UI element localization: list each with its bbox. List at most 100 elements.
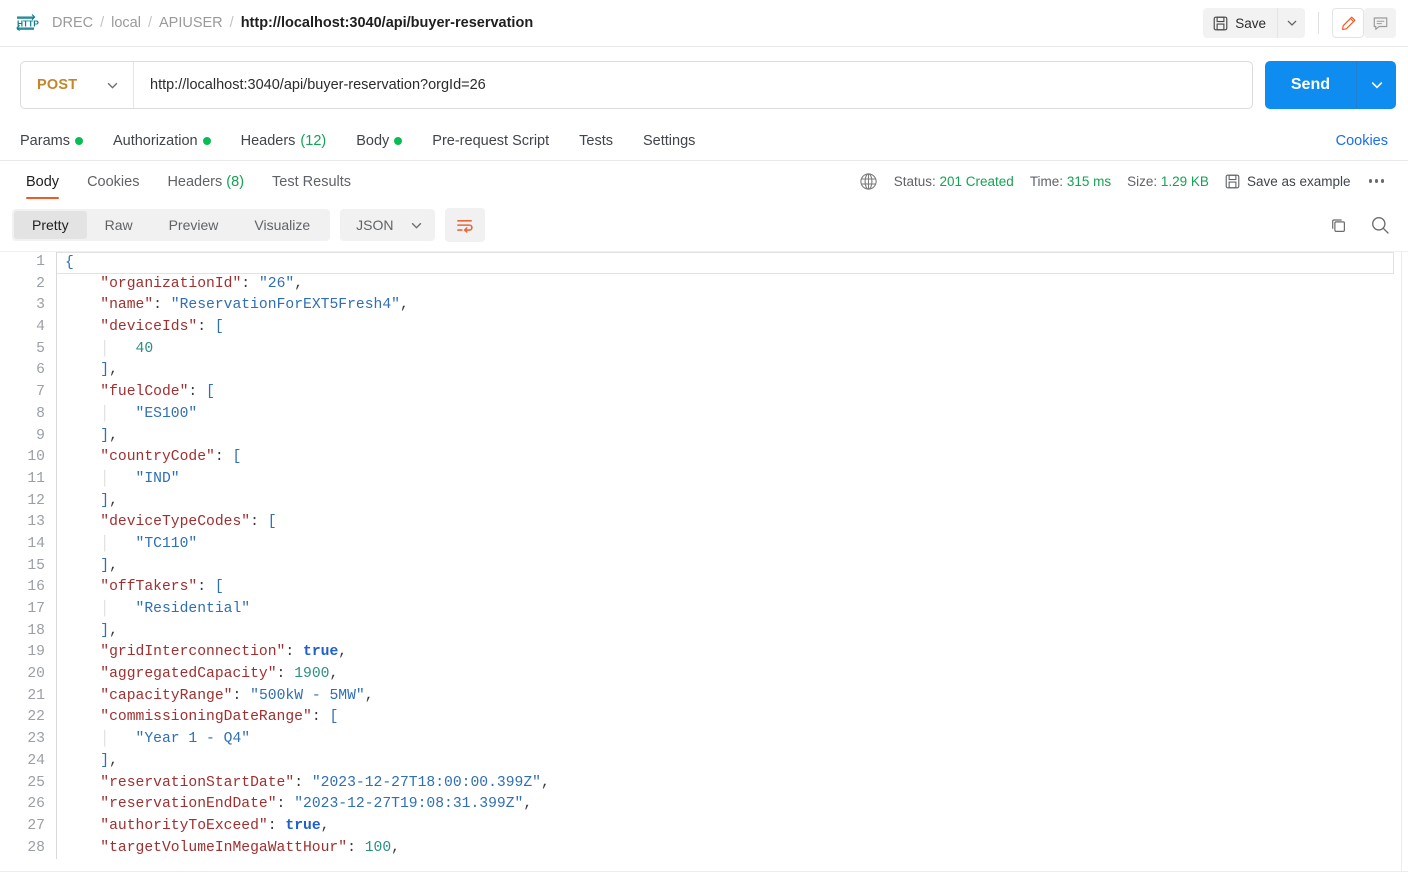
code-line-row: 2 "organizationId": "26", (0, 273, 1408, 296)
save-options-chevron-down-icon[interactable] (1277, 8, 1305, 38)
response-meta: Status: 201 Created Time: 315 ms Size: 1… (859, 172, 1390, 191)
token-punc: , (109, 492, 118, 509)
url-input[interactable] (134, 62, 1252, 108)
token-str: "Year 1 - Q4" (135, 731, 251, 748)
response-body-code-viewer[interactable]: 1{2 "organizationId": "26", 3 "name": "Re… (0, 251, 1408, 871)
request-tabs: Params Authorization Headers (12) Body P… (0, 122, 1408, 160)
token-bool: true (303, 644, 339, 661)
token-str: "500kW - 5MW" (250, 687, 365, 704)
tab-label: Tests (579, 133, 613, 149)
comment-icon[interactable] (1364, 8, 1396, 38)
token-punc: : (276, 666, 295, 683)
tab-count: (12) (300, 133, 327, 149)
save-as-example-button[interactable]: Save as example (1225, 174, 1351, 189)
has-content-dot-icon (202, 137, 211, 145)
token-str: "IND" (135, 470, 180, 487)
response-tab-cookies[interactable]: Cookies (87, 164, 139, 199)
toolbar-divider (1318, 12, 1319, 34)
token-key: "countryCode" (100, 449, 215, 466)
line-number: 14 (27, 535, 45, 552)
response-tab-headers[interactable]: Headers (8) (167, 164, 244, 199)
http-method-label: POST (37, 77, 78, 93)
code-line-row: 3 "name": "ReservationForEXT5Fresh4", (0, 295, 1408, 318)
code-line-content: ], (57, 360, 1408, 382)
tab-tests[interactable]: Tests (579, 133, 613, 149)
code-line-row: 5 │ 40 (0, 338, 1408, 361)
format-tab-visualize[interactable]: Visualize (236, 211, 328, 239)
token-punc: , (541, 774, 550, 791)
code-line-content: ], (57, 556, 1408, 578)
breadcrumb-item-subfolder[interactable]: APIUSER (159, 15, 223, 31)
code-line-content: { (57, 252, 1394, 274)
token-brace: ] (100, 622, 110, 639)
http-method-selector[interactable]: POST (21, 62, 134, 108)
token-brace: ] (100, 492, 110, 509)
word-wrap-icon[interactable] (444, 208, 485, 242)
line-number: 24 (27, 752, 45, 769)
copy-icon[interactable] (1329, 216, 1348, 235)
code-line-content: "countryCode": [ (57, 447, 1408, 469)
indent-guide: │ (100, 731, 136, 748)
line-number: 11 (27, 470, 45, 487)
status-badge: Status: 201 Created (894, 174, 1014, 189)
send-button[interactable]: Send (1264, 61, 1356, 109)
code-line-row: 17 │ "Residential" (0, 599, 1408, 621)
tab-body[interactable]: Body (356, 133, 403, 149)
pencil-edit-icon[interactable] (1332, 8, 1364, 38)
code-line-content: "commissioningDateRange": [ (57, 707, 1408, 729)
kebab-menu-icon[interactable] (1363, 173, 1391, 189)
breadcrumb-item-collection[interactable]: DREC (52, 15, 93, 31)
token-brace: [ (214, 319, 224, 336)
tab-params[interactable]: Params (20, 133, 83, 149)
time-value: 315 ms (1066, 173, 1112, 189)
token-key: "commissioningDateRange" (100, 709, 312, 726)
token-str: "26" (258, 275, 295, 292)
tab-pre-request-script[interactable]: Pre-request Script (432, 133, 549, 149)
language-label: JSON (356, 217, 394, 233)
tab-settings[interactable]: Settings (643, 133, 695, 149)
line-number: 4 (36, 319, 45, 336)
breadcrumb-item-request[interactable]: http://localhost:3040/api/buyer-reservat… (241, 15, 534, 31)
breadcrumb-item-folder[interactable]: local (111, 15, 141, 31)
code-line-content: "reservationEndDate": "2023-12-27T19:08:… (57, 794, 1408, 816)
token-punc: : (214, 449, 233, 466)
format-segmented-control: Pretty Raw Preview Visualize (12, 209, 331, 241)
time-badge: Time: 315 ms (1030, 174, 1111, 189)
indent-guide: │ (100, 470, 136, 487)
search-icon[interactable] (1370, 215, 1390, 235)
token-num: 100 (364, 839, 392, 856)
breadcrumb-separator: / (100, 15, 105, 31)
line-number: 2 (36, 275, 45, 292)
tab-label: Pre-request Script (432, 133, 550, 149)
tab-label: Body (356, 133, 390, 149)
vertical-scrollbar[interactable] (1401, 252, 1402, 871)
response-format-toolbar: Pretty Raw Preview Visualize JSON (0, 201, 1408, 251)
token-num: 40 (135, 340, 154, 357)
code-line-row: 21 "capacityRange": "500kW - 5MW", (0, 685, 1408, 708)
tab-authorization[interactable]: Authorization (113, 133, 211, 149)
tab-headers[interactable]: Headers (12) (241, 133, 327, 149)
token-punc: , (391, 839, 400, 856)
indent-guide: │ (100, 601, 136, 617)
code-line-row: 20 "aggregatedCapacity": 1900, (0, 664, 1408, 686)
send-options-chevron-down-icon[interactable] (1356, 61, 1396, 109)
response-tab-test-results[interactable]: Test Results (272, 164, 351, 199)
token-str: "Residential" (135, 601, 251, 617)
line-number: 5 (36, 340, 45, 357)
response-tab-body[interactable]: Body (26, 164, 60, 199)
save-button[interactable]: Save (1203, 8, 1277, 38)
code-line-row: 23 │ "Year 1 - Q4" (0, 729, 1408, 751)
token-punc: : (250, 514, 268, 531)
response-language-selector[interactable]: JSON (340, 209, 435, 241)
format-tab-pretty[interactable]: Pretty (14, 211, 87, 239)
size-label: Size: (1127, 173, 1158, 189)
globe-icon[interactable] (859, 172, 878, 191)
token-brace: ] (100, 427, 110, 444)
format-tab-preview[interactable]: Preview (151, 211, 237, 239)
token-brace: [ (232, 449, 242, 466)
cookies-link[interactable]: Cookies (1336, 133, 1388, 149)
token-punc: : (153, 297, 171, 314)
format-tab-raw[interactable]: Raw (87, 211, 151, 239)
code-line-content: ], (57, 751, 1408, 773)
token-punc: : (285, 644, 303, 661)
